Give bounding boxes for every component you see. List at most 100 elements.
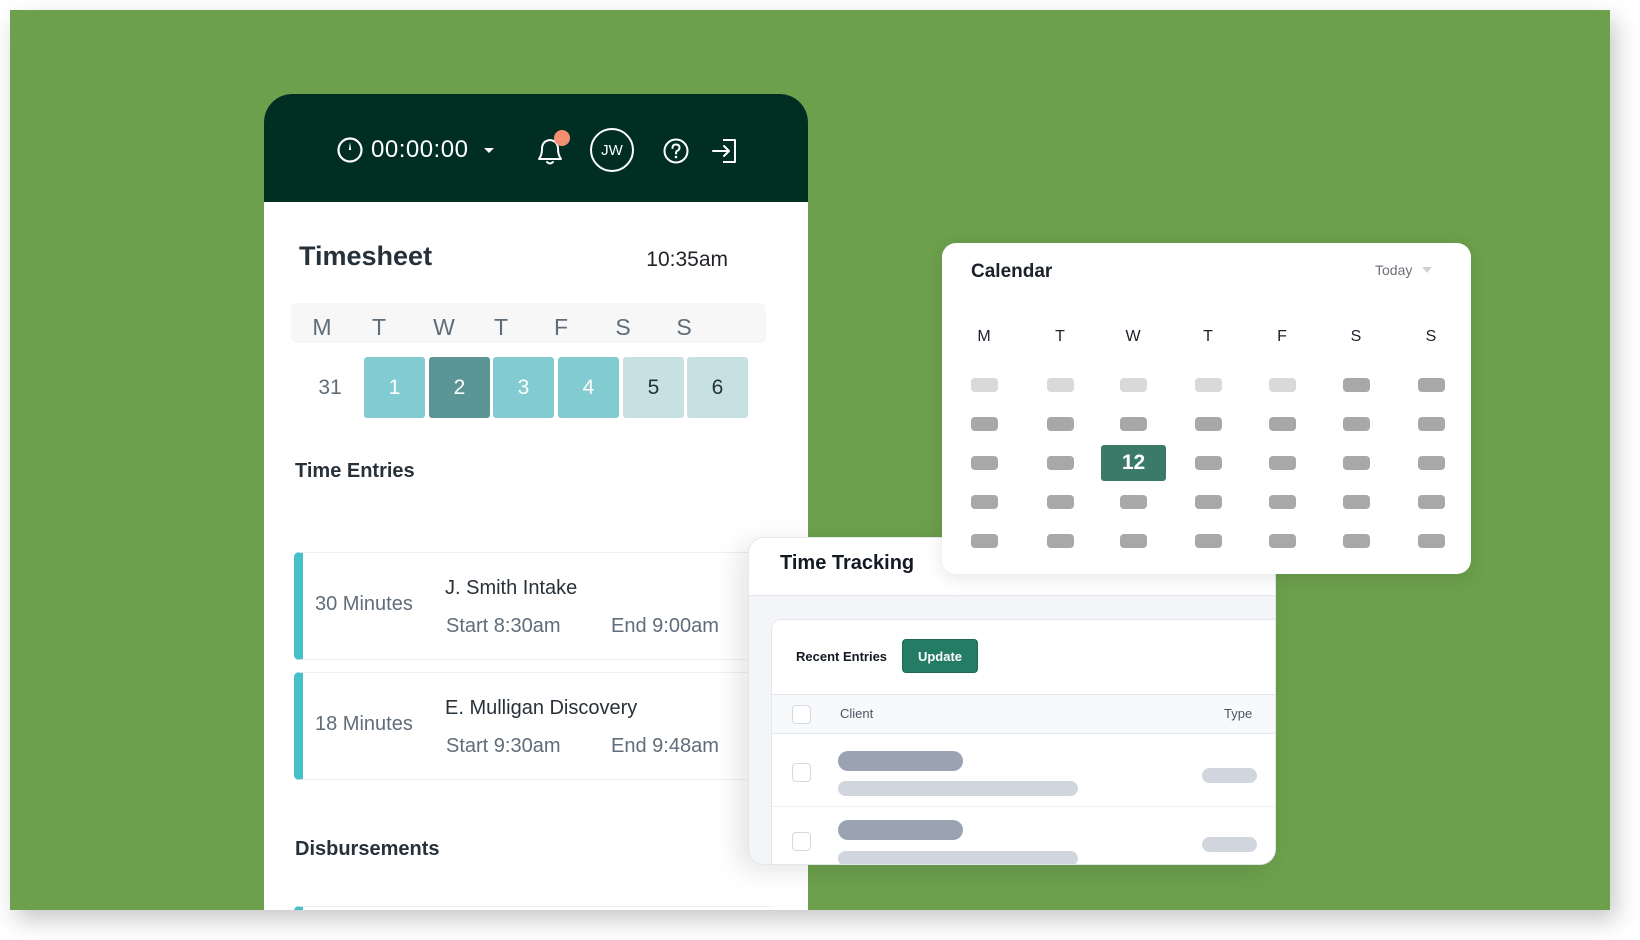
row-checkbox[interactable] [792, 763, 811, 782]
calendar-day-cell[interactable] [971, 495, 998, 509]
calendar-day-cell[interactable] [1269, 378, 1296, 392]
disbursement-entry[interactable] [294, 906, 774, 910]
column-client[interactable]: Client [840, 706, 873, 721]
calendar-day-cell[interactable] [1120, 378, 1147, 392]
calendar-day-cell[interactable] [1047, 456, 1074, 470]
calendar-view-value: Today [1375, 262, 1413, 278]
calendar-day-cell[interactable] [1343, 456, 1370, 470]
calendar-day-cell[interactable] [971, 456, 998, 470]
select-all-checkbox[interactable] [792, 705, 811, 724]
calendar-day-cell[interactable] [1047, 417, 1074, 431]
calendar-day-cell[interactable] [1418, 495, 1445, 509]
weekday-label: F [553, 314, 569, 340]
calendar-day-cell[interactable] [1418, 456, 1445, 470]
calendar-day-cell[interactable] [1418, 417, 1445, 431]
app-header: 00:00:00 JW [264, 94, 808, 202]
timer-value: 00:00:00 [371, 136, 469, 163]
time-entries-title: Time Entries [295, 460, 415, 482]
time-tracking-card: Time Tracking Recent Entries Update Clie… [748, 537, 1276, 865]
current-time: 10:35am [646, 248, 728, 271]
calendar-day-cell[interactable] [1120, 417, 1147, 431]
day-cell-logged[interactable]: 3 [493, 357, 554, 418]
table-header: Client Type [772, 694, 1275, 734]
calendar-day-cell[interactable] [971, 417, 998, 431]
day-cell-selected[interactable]: 2 [429, 357, 490, 418]
entry-name: E. Mulligan Discovery [445, 697, 638, 719]
calendar-title: Calendar [971, 261, 1053, 282]
table-row[interactable] [772, 808, 1275, 864]
calendar-day-cell[interactable] [971, 534, 998, 548]
calendar-weekday-label: T [1055, 328, 1065, 345]
calendar-day-cell[interactable] [1047, 378, 1074, 392]
day-previous-month[interactable]: 31 [310, 357, 350, 418]
calendar-weekday-label: S [1350, 328, 1362, 345]
weekday-label: T [493, 314, 509, 340]
calendar-day-cell[interactable] [1343, 534, 1370, 548]
calendar-day-cell[interactable] [1120, 534, 1147, 548]
weekday-label: T [371, 314, 387, 340]
calendar-day-cell[interactable] [1047, 495, 1074, 509]
calendar-day-cell[interactable] [1120, 495, 1147, 509]
calendar-day-cell[interactable] [1195, 378, 1222, 392]
time-entry[interactable]: 30 Minutes J. Smith Intake Start 8:30am … [294, 552, 774, 660]
row-checkbox[interactable] [792, 832, 811, 851]
client-name-placeholder [838, 820, 963, 840]
table-row[interactable] [772, 735, 1275, 807]
calendar-weekday-label: M [977, 328, 991, 345]
calendar-day-cell[interactable] [1343, 495, 1370, 509]
day-cell-weekend[interactable]: 6 [687, 357, 748, 418]
calendar-day-cell[interactable] [1418, 534, 1445, 548]
entry-start-time: Start 8:30am [446, 615, 561, 637]
time-entry[interactable]: 18 Minutes E. Mulligan Discovery Start 9… [294, 672, 774, 780]
question-circle-icon[interactable] [662, 137, 690, 165]
calendar-card: Calendar Today M T W T F S S 12 [942, 243, 1471, 574]
calendar-day-cell[interactable] [1195, 417, 1222, 431]
calendar-view-select[interactable]: Today [1375, 262, 1433, 278]
client-detail-placeholder [838, 781, 1078, 796]
calendar-day-cell[interactable] [1269, 417, 1296, 431]
calendar-day-cell[interactable] [1269, 456, 1296, 470]
calendar-weekday-label: F [1277, 328, 1287, 345]
caret-down-icon[interactable] [484, 147, 495, 153]
calendar-day-cell[interactable] [1195, 495, 1222, 509]
calendar-day-cell[interactable] [1047, 534, 1074, 548]
weekday-label: M [312, 314, 332, 340]
timesheet-card: 00:00:00 JW Timesheet 10:35am Time Entri… [264, 94, 808, 910]
calendar-day-cell[interactable] [1269, 495, 1296, 509]
calendar-day-cell[interactable] [1418, 378, 1445, 392]
weekday-label: S [676, 314, 692, 340]
day-cell-logged[interactable]: 1 [364, 357, 425, 418]
calendar-day-cell[interactable] [1343, 378, 1370, 392]
entry-end-time: End 9:48am [611, 735, 719, 757]
calendar-day-cell[interactable] [1269, 534, 1296, 548]
notification-badge [554, 130, 570, 146]
type-placeholder [1202, 837, 1257, 852]
calendar-today-cell[interactable]: 12 [1101, 445, 1166, 481]
column-type[interactable]: Type [1224, 706, 1252, 721]
timer-dropdown[interactable]: 00:00:00 [336, 134, 495, 166]
recent-entries-panel: Recent Entries Update Client Type [771, 619, 1275, 864]
recent-entries-label: Recent Entries [796, 649, 888, 664]
calendar-day-cell[interactable] [1195, 534, 1222, 548]
caret-down-icon [1422, 267, 1433, 273]
calendar-day-cell[interactable] [1343, 417, 1370, 431]
calendar-day-cell[interactable] [971, 378, 998, 392]
user-avatar[interactable]: JW [590, 128, 634, 172]
entry-end-time: End 9:00am [611, 615, 719, 637]
day-cell-logged[interactable]: 4 [558, 357, 619, 418]
stopwatch-icon [337, 137, 363, 163]
day-cell-weekend[interactable]: 5 [623, 357, 684, 418]
weekday-label: W [433, 314, 455, 340]
entry-duration: 18 Minutes [315, 713, 413, 735]
calendar-weekday-label: T [1203, 328, 1213, 345]
entry-duration: 30 Minutes [315, 593, 413, 615]
type-placeholder [1202, 768, 1257, 783]
update-button[interactable]: Update [902, 639, 978, 673]
disbursements-title: Disbursements [295, 838, 440, 860]
calendar-day-cell[interactable] [1195, 456, 1222, 470]
time-tracking-title: Time Tracking [780, 552, 915, 574]
sign-in-arrow-icon[interactable] [710, 137, 740, 165]
entry-name: J. Smith Intake [445, 577, 578, 599]
calendar-weekday-label: W [1125, 328, 1141, 345]
client-name-placeholder [838, 751, 963, 771]
